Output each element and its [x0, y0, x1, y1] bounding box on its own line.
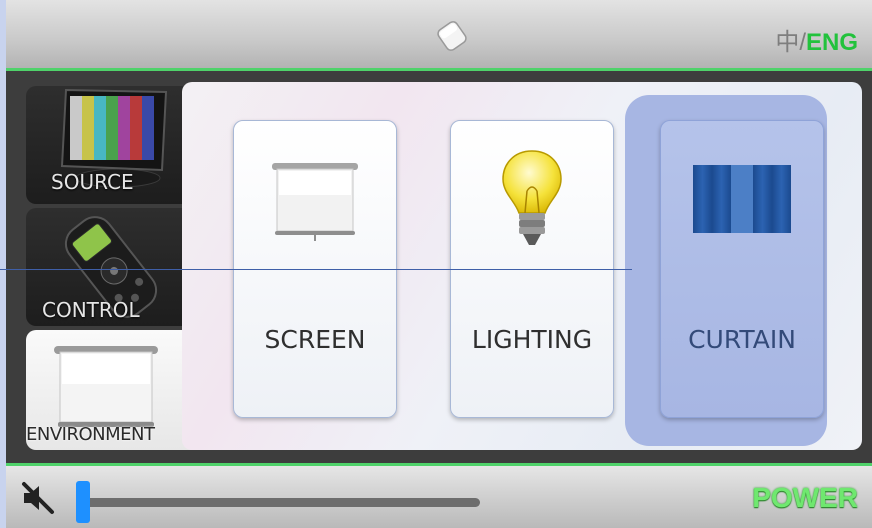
bottom-bar: POWER [6, 463, 872, 528]
tile-curtain[interactable]: CURTAIN [660, 120, 824, 418]
volume-track[interactable] [82, 498, 480, 507]
sidebar-item-label: CONTROL [42, 298, 140, 322]
light-bulb-icon [502, 150, 562, 245]
sidebar-item-environment[interactable]: ENVIRONMENT [26, 330, 206, 450]
lang-separator: / [799, 29, 806, 56]
lang-eng[interactable]: ENG [806, 29, 858, 56]
sidebar-item-source[interactable]: SOURCE [26, 86, 206, 204]
glass-button-icon[interactable] [432, 16, 472, 56]
sidebar-item-label: ENVIRONMENT [26, 424, 155, 445]
sidebar-item-label: SOURCE [51, 170, 134, 194]
volume-slider-thumb[interactable] [76, 481, 90, 523]
speaker-muted-icon[interactable] [20, 480, 56, 516]
curtain-icon [693, 165, 791, 233]
tile-label: LIGHTING [471, 325, 593, 354]
tile-label: CURTAIN [688, 325, 796, 354]
language-toggle[interactable]: 中/ENG [775, 22, 858, 57]
projection-screen-icon [54, 346, 158, 427]
power-button[interactable]: POWER [752, 482, 858, 514]
sidebar-item-control[interactable]: CONTROL [26, 208, 206, 326]
divider-line [0, 269, 632, 270]
tile-label: SCREEN [264, 325, 366, 354]
projection-screen-icon [272, 163, 358, 241]
top-bar: 中/ENG [6, 0, 872, 71]
lang-zh[interactable]: 中 [775, 29, 799, 56]
